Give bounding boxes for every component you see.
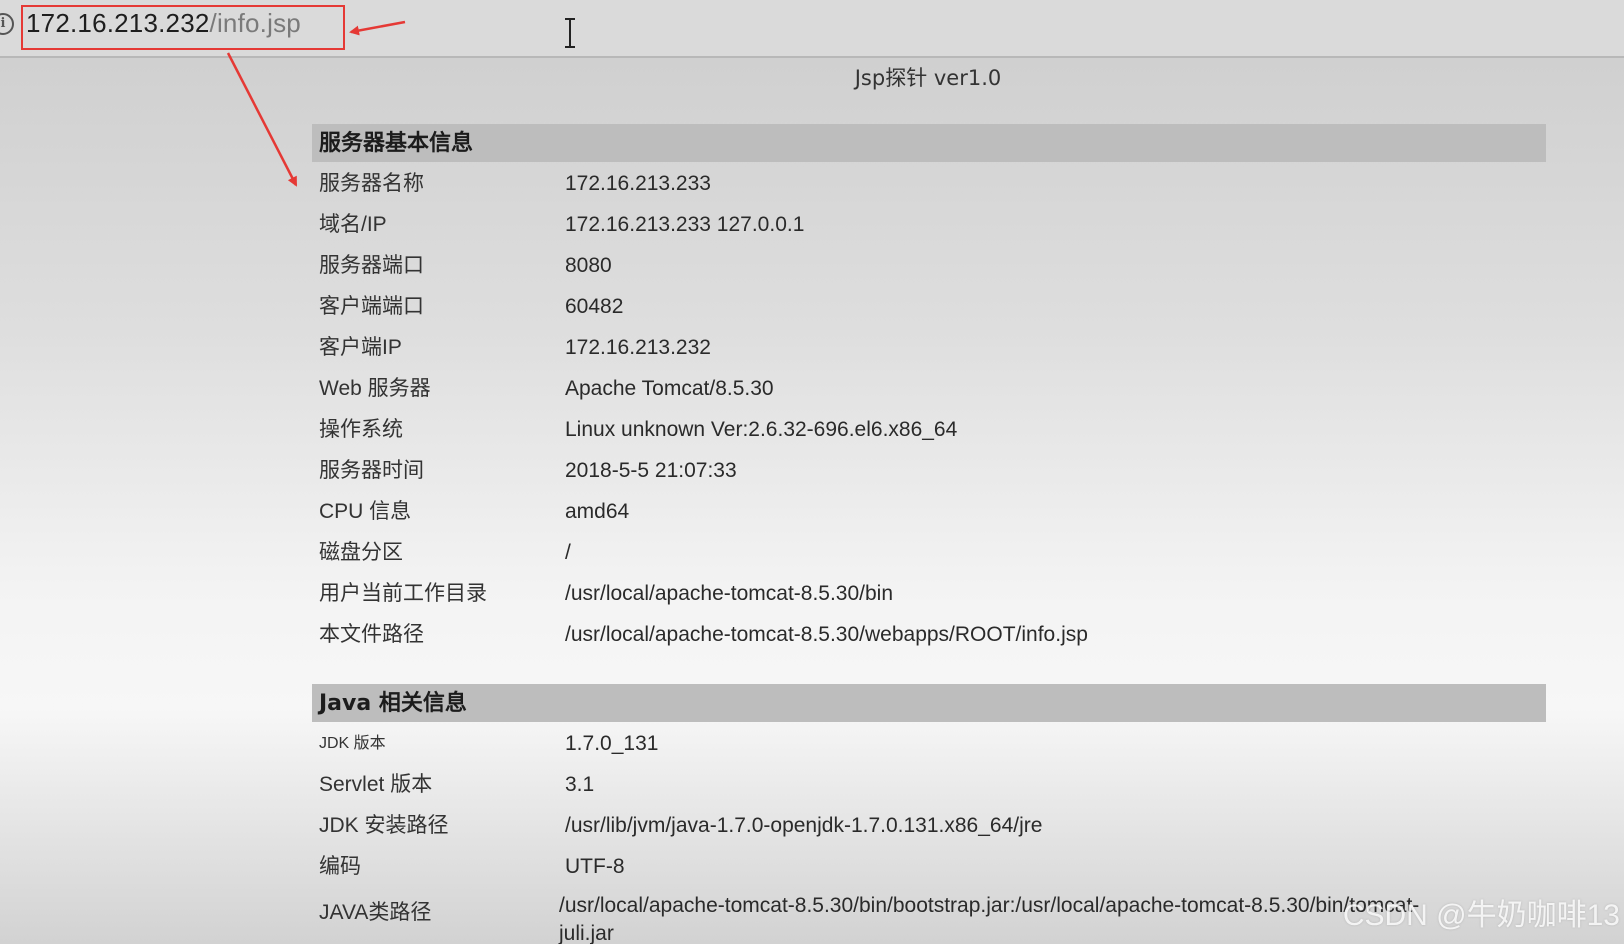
row-value: Apache Tomcat/8.5.30	[565, 377, 774, 400]
java-info-row: JDK 版本 1.7.0_131	[312, 723, 1612, 764]
row-value: amd64	[565, 500, 630, 523]
row-label: 本文件路径	[319, 623, 424, 646]
row-label: 磁盘分区	[319, 541, 403, 564]
java-info-row: JDK 安装路径 /usr/lib/jvm/java-1.7.0-openjdk…	[312, 805, 1612, 846]
row-label: JDK 安装路径	[319, 814, 449, 837]
server-info-row: 客户端IP 172.16.213.232	[312, 327, 1612, 368]
row-value: 60482	[565, 295, 624, 318]
server-info-row: 操作系统 Linux unknown Ver:2.6.32-696.el6.x8…	[312, 409, 1612, 450]
server-info-row: 用户当前工作目录 /usr/local/apache-tomcat-8.5.30…	[312, 573, 1612, 614]
row-value: /usr/local/apache-tomcat-8.5.30/bin/boot…	[559, 894, 1420, 944]
page-title: Jsp探针 ver1.0	[854, 66, 1002, 90]
row-value: 1.7.0_131	[565, 732, 659, 755]
row-value: UTF-8	[565, 855, 625, 878]
server-info-row: 本文件路径 /usr/local/apache-tomcat-8.5.30/we…	[312, 614, 1612, 655]
text-cursor-icon	[565, 18, 575, 48]
row-label: JAVA类路径	[319, 901, 432, 924]
server-info-row: 服务器名称 172.16.213.233	[312, 163, 1612, 204]
row-label: 用户当前工作目录	[319, 582, 487, 605]
row-label: JDK 版本	[319, 735, 386, 752]
server-info-row: Web 服务器 Apache Tomcat/8.5.30	[312, 368, 1612, 409]
row-label: 操作系统	[319, 418, 403, 441]
watermark: CSDN @牛奶咖啡13	[1342, 899, 1620, 932]
row-label: Web 服务器	[319, 377, 431, 400]
row-value: 172.16.213.233 127.0.0.1	[565, 213, 805, 236]
row-label: 服务器名称	[319, 172, 424, 195]
row-value: 8080	[565, 254, 612, 277]
row-label: 域名/IP	[319, 213, 387, 236]
row-label: 服务器端口	[319, 254, 424, 277]
server-info-header: 服务器基本信息	[312, 124, 1546, 162]
row-label: CPU 信息	[319, 500, 412, 523]
java-info-header: Java 相关信息	[312, 684, 1546, 722]
server-info-row: 客户端端口 60482	[312, 286, 1612, 327]
url-highlight-box	[21, 5, 345, 50]
row-value: /	[565, 541, 571, 564]
row-label: 客户端端口	[319, 295, 424, 318]
server-info-row: 服务器时间 2018-5-5 21:07:33	[312, 450, 1612, 491]
address-bar[interactable]: i 172.16.213.232/info.jsp	[0, 0, 1624, 58]
row-label: Servlet 版本	[319, 773, 433, 796]
server-info-row: CPU 信息 amd64	[312, 491, 1612, 532]
java-info-row: 编码 UTF-8	[312, 846, 1612, 887]
row-label: 服务器时间	[319, 459, 424, 482]
server-info-row: 域名/IP 172.16.213.233 127.0.0.1	[312, 204, 1612, 245]
java-info-row: Servlet 版本 3.1	[312, 764, 1612, 805]
row-value: 2018-5-5 21:07:33	[565, 459, 737, 482]
row-value: 3.1	[565, 773, 595, 796]
row-label: 编码	[319, 855, 361, 878]
site-info-icon[interactable]: i	[0, 13, 14, 35]
row-value: Linux unknown Ver:2.6.32-696.el6.x86_64	[565, 418, 958, 441]
row-value: 172.16.213.232	[565, 336, 711, 359]
server-info-row: 磁盘分区 /	[312, 532, 1612, 573]
row-value: /usr/local/apache-tomcat-8.5.30/bin	[565, 582, 894, 605]
server-info-row: 服务器端口 8080	[312, 245, 1612, 286]
row-value: /usr/lib/jvm/java-1.7.0-openjdk-1.7.0.13…	[565, 814, 1043, 837]
row-label: 客户端IP	[319, 336, 402, 359]
row-value: 172.16.213.233	[565, 172, 711, 195]
row-value: /usr/local/apache-tomcat-8.5.30/webapps/…	[565, 623, 1088, 646]
